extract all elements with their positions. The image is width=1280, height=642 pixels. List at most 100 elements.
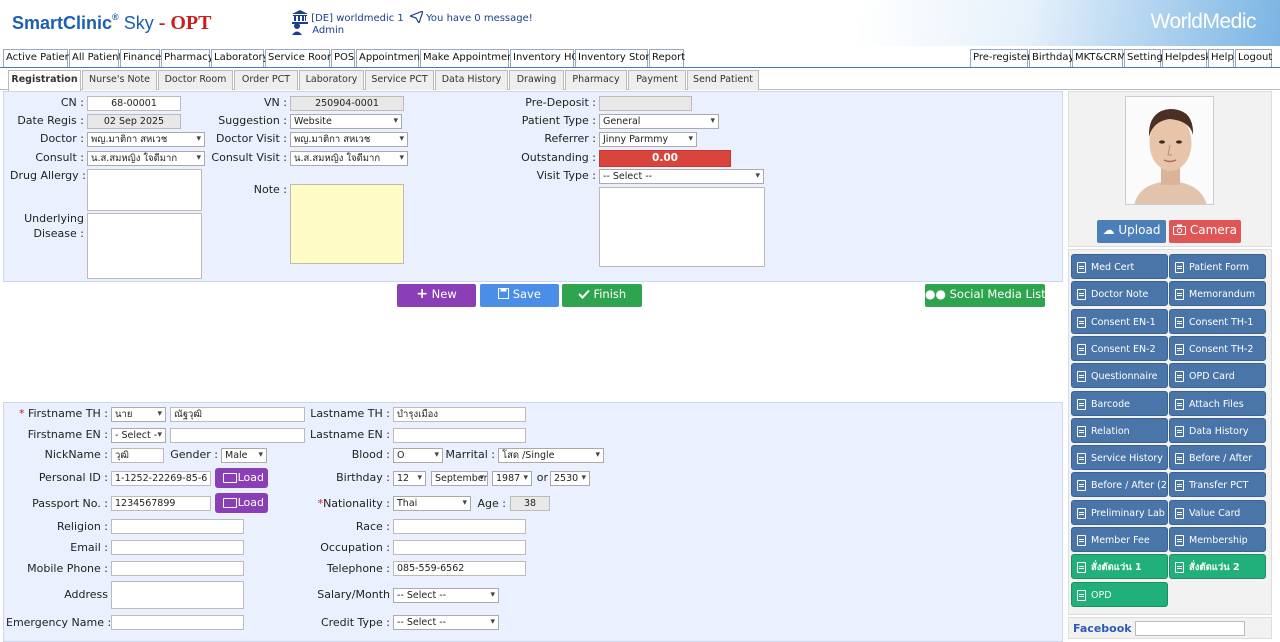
camera-button[interactable]: Camera [1169,220,1241,243]
side-button-transfer-pct[interactable]: Transfer PCT [1169,472,1266,498]
tab-drawing[interactable]: Drawing [509,70,564,90]
lastname-th-field[interactable]: บำรุงเมือง [393,407,526,422]
side-button-relation[interactable]: Relation [1071,417,1168,443]
cn-field[interactable]: 68-00001 [87,96,181,111]
upload-button[interactable]: ☁ Upload [1097,220,1166,243]
personal-id-field[interactable]: 1-1252-22269-85-6 [111,471,211,486]
marital-select[interactable]: โสด /Single [498,448,604,463]
tab-laboratory[interactable]: Laboratory [299,70,364,90]
prefix-th-select[interactable]: นาย [111,407,166,422]
side-button-before-after-2[interactable]: Before / After (2) [1071,472,1168,498]
gender-select[interactable]: Male [221,448,267,463]
tab-doctor-room[interactable]: Doctor Room [158,70,233,90]
menu-pre-register[interactable]: Pre-register [970,49,1031,67]
tab-data-history[interactable]: Data History [435,70,508,90]
blood-select[interactable]: O [393,448,443,463]
tab-nurses-note[interactable]: Nurse's Note [82,70,157,90]
menu-mkt-crm[interactable]: MKT&CRM [1072,49,1126,67]
mobile-phone-field[interactable] [111,561,244,576]
menu-laboratory[interactable]: Laboratory [211,49,268,67]
menu-helpdesk[interactable]: Helpdesk [1162,49,1211,67]
load-id-button[interactable]: Load [215,468,268,488]
doctor-select[interactable]: พญ.มาติกา สหเวช [87,132,205,147]
passport-field[interactable]: 1234567899 [111,496,211,511]
menu-service-room[interactable]: Service Room [265,49,337,67]
new-button[interactable]: + New [397,284,476,307]
side-button-service-history[interactable]: Service History [1071,445,1168,471]
visit-type-select[interactable]: -- Select -- [599,169,764,184]
side-button-med-cert[interactable]: Med Cert [1071,254,1168,279]
side-button-opd[interactable]: OPD [1071,581,1168,607]
nationality-select[interactable]: Thai [393,496,471,511]
side-button-consent-en-2[interactable]: Consent EN-2 [1071,335,1168,361]
side-button-consent-en-1[interactable]: Consent EN-1 [1071,308,1168,334]
telephone-field[interactable]: 085-559-6562 [393,561,526,576]
nickname-field[interactable]: วุฒิ [111,448,164,463]
lastname-en-field[interactable] [393,428,526,443]
birth-day-select[interactable]: 12 [393,471,426,486]
side-button-membership[interactable]: Membership [1169,527,1266,552]
religion-field[interactable] [111,519,244,534]
side-button-memorandum[interactable]: Memorandum [1169,281,1266,307]
doctor-visit-select[interactable]: พญ.มาติกา สหเวช [290,132,408,147]
tab-service-pct[interactable]: Service PCT [365,70,434,90]
menu-report[interactable]: Report [649,49,685,67]
menu-finance[interactable]: Finance [120,49,161,67]
referrer-select[interactable]: Jinny Parmmy [599,132,697,147]
menu-birthday[interactable]: Birthday [1029,49,1074,67]
user-name[interactable]: Admin [312,25,344,36]
salary-select[interactable]: -- Select -- [393,588,499,603]
side-button-attach-files[interactable]: Attach Files [1169,390,1266,416]
side-button-opd-card[interactable]: OPD Card [1169,363,1266,389]
address-field[interactable] [111,581,244,609]
side-button-data-history[interactable]: Data History [1169,417,1266,443]
side-button-questionnaire[interactable]: Questionnaire [1071,363,1168,389]
email-field[interactable] [111,540,244,555]
note-field[interactable] [290,184,404,264]
load-passport-button[interactable]: Load [215,493,268,513]
send-icon[interactable] [408,9,424,25]
side-button-glasses-order-1[interactable]: สั่งตัดแว่น 1 [1071,554,1168,580]
menu-pharmacy[interactable]: Pharmacy [161,49,214,67]
drug-allergy-field[interactable] [87,169,202,211]
credit-type-select[interactable]: -- Select -- [393,615,499,630]
menu-help[interactable]: Help [1208,49,1234,67]
tab-payment[interactable]: Payment [628,70,686,90]
side-button-barcode[interactable]: Barcode [1071,390,1168,416]
emergency-name-field[interactable] [111,615,244,630]
side-button-patient-form[interactable]: Patient Form [1169,254,1266,279]
visit-type-notes[interactable] [599,187,765,267]
side-button-consent-th-1[interactable]: Consent TH-1 [1169,308,1266,334]
messages-link[interactable]: You have 0 message! [426,13,533,24]
finish-button[interactable]: Finish [562,284,642,307]
occupation-field[interactable] [393,540,526,555]
birth-year-select[interactable]: 1987 [492,471,532,486]
social-media-list-button[interactable]: ●● Social Media List [925,284,1046,307]
menu-inventory-ho[interactable]: Inventory HO [510,49,579,67]
race-field[interactable] [393,519,526,534]
menu-setting[interactable]: Setting [1124,49,1163,67]
birth-month-select[interactable]: September [431,471,488,486]
menu-pos[interactable]: POS [331,49,355,67]
prefix-en-select[interactable]: - Select - [111,428,166,443]
suggestion-select[interactable]: Website [290,114,402,129]
menu-inventory-store[interactable]: Inventory Store [575,49,655,67]
firstname-en-field[interactable] [170,428,305,443]
underlying-disease-field[interactable] [87,213,202,279]
tab-registration[interactable]: Registration [8,70,81,91]
facebook-field[interactable] [1135,621,1245,636]
firstname-th-field[interactable]: ณัฐวุฒิ [170,407,305,422]
side-button-doctor-note[interactable]: Doctor Note [1071,281,1168,307]
side-button-consent-th-2[interactable]: Consent TH-2 [1169,335,1266,361]
menu-active-patient[interactable]: Active Patient [3,49,75,67]
tab-pharmacy[interactable]: Pharmacy [565,70,627,90]
menu-all-patient[interactable]: All Patient [69,49,122,67]
consult-visit-select[interactable]: น.ส.สมหญิง ใจดีมาก [290,151,408,166]
birth-year-th-select[interactable]: 2530 [550,471,590,486]
consult-select[interactable]: น.ส.สมหญิง ใจดีมาก [87,151,205,166]
patient-type-select[interactable]: General [599,114,719,129]
side-button-preliminary-lab[interactable]: Preliminary Lab [1071,499,1168,525]
side-button-value-card[interactable]: Value Card [1169,499,1266,525]
save-button[interactable]: Save [480,284,559,307]
menu-appointment[interactable]: Appointment [356,49,424,67]
